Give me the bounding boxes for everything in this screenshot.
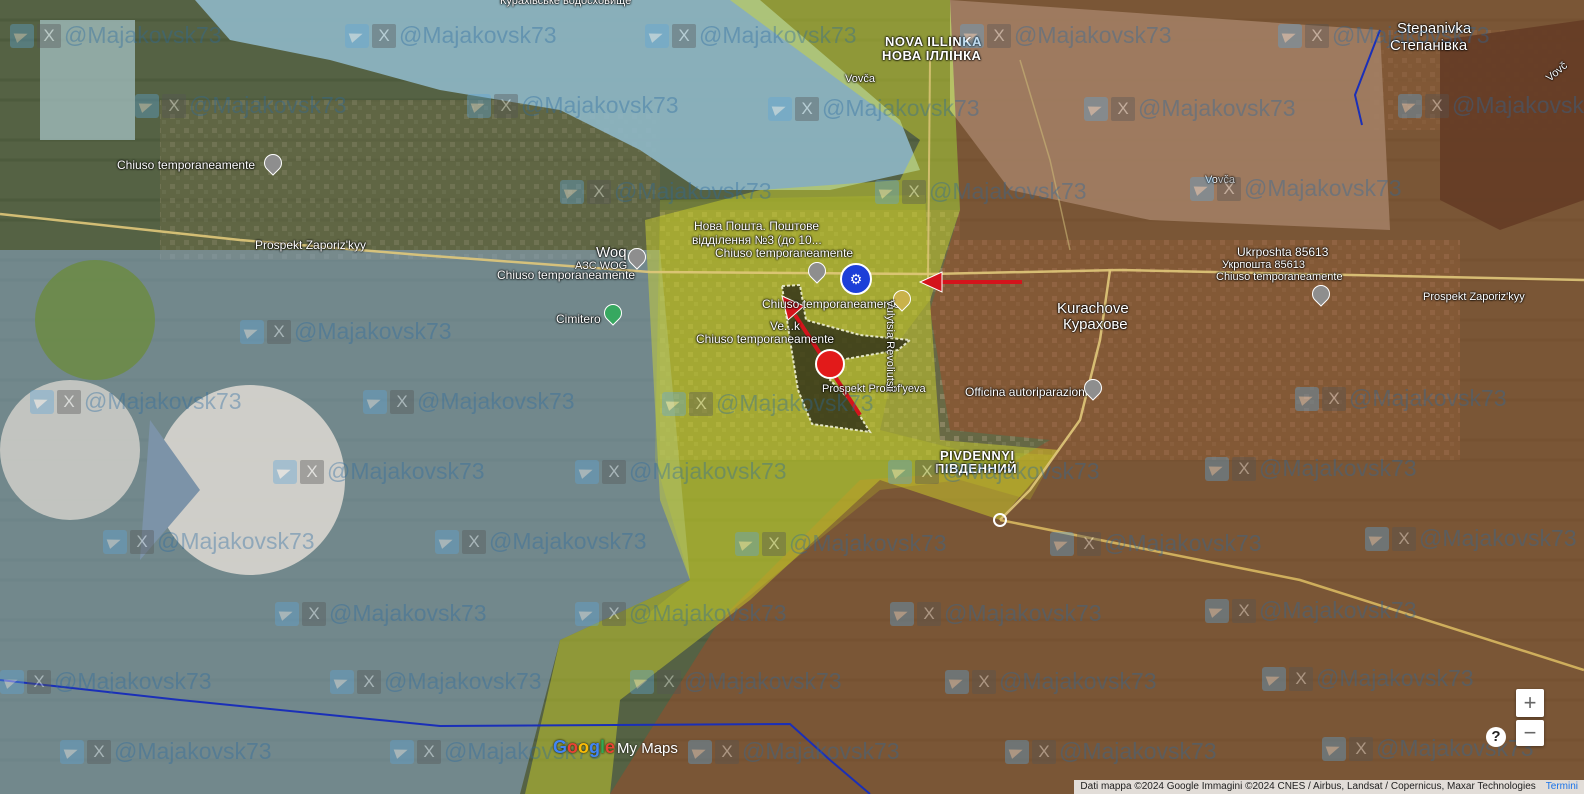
label-closed-4: Chiuso temporaneamente: [762, 297, 901, 311]
label-closed-2: Chiuso temporaneamente: [497, 268, 636, 282]
label-nova-illinka: NOVA ILLINKA: [885, 34, 982, 49]
label-vershok: Ve...k: [770, 319, 801, 333]
label-kurachove: Kurachove: [1057, 300, 1129, 317]
label-vulytsia: Vulytsia Revoliutsii: [884, 300, 896, 392]
help-button[interactable]: ?: [1486, 727, 1506, 747]
label-closed-1: Chiuso temporaneamente: [117, 158, 256, 172]
zoom-in-button[interactable]: +: [1516, 689, 1544, 717]
map-imagery: [0, 0, 1584, 794]
label-prospekt-zaporizkyy-west: Prospekt Zaporiz'kyy: [255, 238, 366, 252]
label-vovcha-1: Vovča: [845, 73, 875, 85]
label-stepanivka-cyr: Степанівка: [1390, 37, 1468, 54]
label-prospekt-prokofyeva: Prospekt Prokof'yeva: [822, 383, 926, 395]
label-reservoir: Курахівське водосховище: [500, 0, 632, 7]
label-ukrposhta: Ukrposhta 85613: [1237, 245, 1329, 259]
zoom-out-button[interactable]: −: [1516, 720, 1544, 746]
label-officina: Officina autoriparazioni: [965, 385, 1088, 399]
label-pivdennyi-cyr: ПІВДЕННИЙ: [935, 461, 1018, 476]
label-prospekt-zaporizkyy-east: Prospekt Zaporiz'kyy: [1423, 291, 1525, 303]
label-closed-6: Chiuso temporaneamente: [1216, 271, 1343, 283]
label-nova-poshta: Нова Пошта. Поштове: [694, 219, 820, 233]
label-nova-poshta-2: відділення №3 (до 10...: [692, 233, 822, 247]
terms-link[interactable]: Termini: [1546, 781, 1578, 792]
factory-icon[interactable]: ⚙: [840, 263, 872, 295]
label-vovcha-2: Vovča: [1205, 174, 1235, 186]
label-closed-5: Chiuso temporaneamente: [696, 332, 835, 346]
label-closed-3: Chiuso temporaneamente: [715, 246, 854, 260]
map-attribution: Dati mappa ©2024 Google Immagini ©2024 C…: [1074, 780, 1584, 794]
label-stepanivka: Stepanivka: [1397, 20, 1472, 37]
flag-icon[interactable]: [815, 349, 845, 379]
label-nova-illinka-cyr: НОВА ІЛЛІНКА: [882, 48, 982, 63]
map-canvas[interactable]: Курахівське водосховище NOVA ILLINKA НОВ…: [0, 0, 1584, 794]
google-mymaps-logo: Google My Maps: [553, 737, 678, 757]
label-kurachove-cyr: Курахове: [1063, 316, 1128, 333]
label-cimitero: Cimitero: [556, 312, 601, 326]
